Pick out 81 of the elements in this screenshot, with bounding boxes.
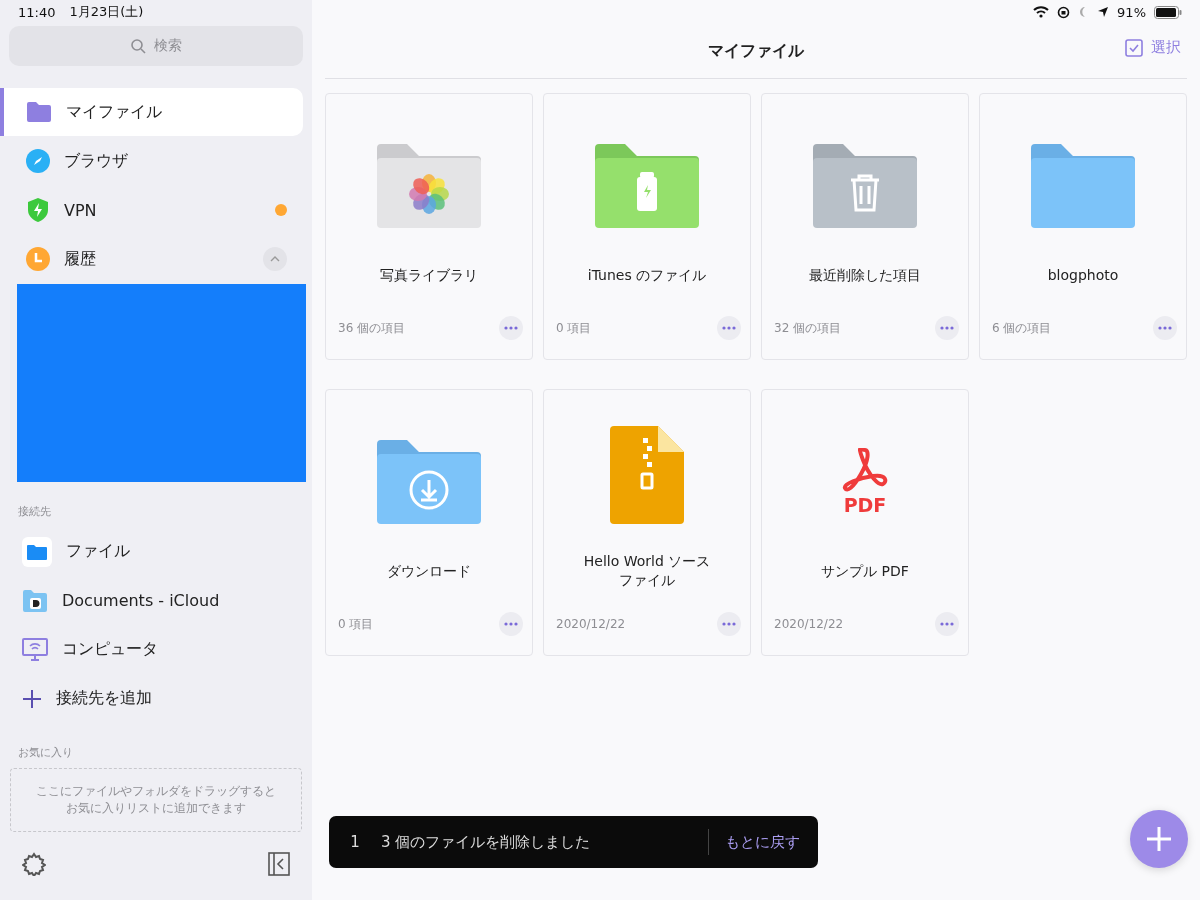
battery-percentage: 91% <box>1117 4 1146 20</box>
more-button[interactable] <box>499 316 523 340</box>
more-button[interactable] <box>717 612 741 636</box>
item-info: 6 個の項目 <box>992 319 1052 337</box>
search-icon <box>130 38 146 54</box>
ellipsis-icon <box>940 622 954 626</box>
photos-folder-icon <box>377 144 481 228</box>
item-info: 36 個の項目 <box>338 319 406 337</box>
sidebar-toggle-icon[interactable] <box>268 852 290 876</box>
file-name: 最近削除した項目 <box>809 265 921 285</box>
page-title: マイファイル <box>708 40 804 62</box>
chevron-icon <box>270 256 280 262</box>
zip-file-icon <box>610 426 684 524</box>
pdf-label: PDF <box>843 494 887 516</box>
file-card[interactable]: 最近削除した項目 32 個の項目 <box>761 93 969 360</box>
item-info: 2020/12/22 <box>556 617 626 631</box>
ellipsis-icon <box>504 622 518 626</box>
compass-icon <box>26 149 50 173</box>
download-folder-icon <box>377 440 481 524</box>
more-button[interactable] <box>1153 316 1177 340</box>
file-name: Hello World ソースファイル <box>582 552 712 590</box>
folder-icon <box>1031 144 1135 228</box>
monitor-icon <box>22 637 48 662</box>
file-name: ダウンロード <box>387 561 471 581</box>
connection-item[interactable]: コンピュータ <box>0 625 312 674</box>
folder-icon <box>26 101 52 123</box>
collapse-button[interactable] <box>263 247 287 271</box>
rotation-lock-icon <box>1057 5 1071 19</box>
documents-folder-icon <box>22 588 48 613</box>
ellipsis-icon <box>722 622 736 626</box>
settings-icon[interactable] <box>22 852 46 876</box>
undo-button[interactable]: もとに戻す <box>709 832 818 852</box>
file-name: blogphoto <box>1047 265 1119 285</box>
connection-item[interactable]: 接続先を追加 <box>0 674 312 723</box>
sidebar-item[interactable]: VPN <box>0 186 303 234</box>
add-button[interactable] <box>1130 810 1188 868</box>
checkbox-icon <box>1125 38 1143 57</box>
file-name: iTunes のファイル <box>587 265 707 285</box>
status-time: 11:40 <box>18 4 56 20</box>
section-heading: お気に入り <box>17 745 74 761</box>
trash-folder-icon <box>813 144 917 228</box>
item-info: 32 個の項目 <box>774 319 842 337</box>
item-info: 0 項目 <box>556 319 592 337</box>
acrobat-icon <box>841 448 889 492</box>
file-name: サンプル PDF <box>821 561 909 581</box>
sidebar-item[interactable]: マイファイル <box>0 88 303 136</box>
file-card[interactable]: ダウンロード 0 項目 <box>325 389 533 656</box>
wifi-icon <box>1033 6 1050 18</box>
ellipsis-icon <box>722 326 736 330</box>
more-button[interactable] <box>717 316 741 340</box>
ellipsis-icon <box>940 326 954 330</box>
drop-hint-text: ここにファイルやフォルダをドラッグするとお気に入りリストに追加できます <box>35 783 277 817</box>
file-card[interactable]: 写真ライブラリ 36 個の項目 <box>325 93 533 360</box>
item-info: 0 項目 <box>338 615 374 633</box>
ellipsis-icon <box>1158 326 1172 330</box>
ellipsis-icon <box>504 326 518 330</box>
more-button[interactable] <box>935 316 959 340</box>
item-info: 2020/12/22 <box>774 617 844 631</box>
clock-icon <box>26 247 50 271</box>
connection-item[interactable]: ファイル <box>0 527 312 576</box>
location-icon <box>1097 6 1110 18</box>
battery-icon <box>1154 5 1182 19</box>
plus-icon <box>22 688 42 709</box>
files-app-icon <box>22 536 52 567</box>
countdown-number: 1 <box>349 833 361 851</box>
status-date: 1月23日(土) <box>69 3 144 21</box>
sidebar-item[interactable]: 履歴 <box>0 235 303 283</box>
section-heading: 接続先 <box>17 504 52 520</box>
more-button[interactable] <box>499 612 523 636</box>
sidebar-item[interactable]: ブラウザ <box>0 137 303 185</box>
shield-icon <box>26 197 50 223</box>
more-button[interactable] <box>935 612 959 636</box>
file-card[interactable]: blogphoto 6 個の項目 <box>979 93 1187 360</box>
file-name: 写真ライブラリ <box>380 265 478 285</box>
usb-folder-icon <box>595 144 699 228</box>
plus-icon <box>1145 825 1173 853</box>
file-card[interactable]: iTunes のファイル 0 項目 <box>543 93 751 360</box>
file-card[interactable]: Hello World ソースファイル 2020/12/22 <box>543 389 751 656</box>
connection-item[interactable]: Documents - iCloud <box>0 576 312 625</box>
toast-message: 3 個のファイルを削除しました <box>381 832 592 852</box>
file-card[interactable]: PDF サンプル PDF 2020/12/22 <box>761 389 969 656</box>
